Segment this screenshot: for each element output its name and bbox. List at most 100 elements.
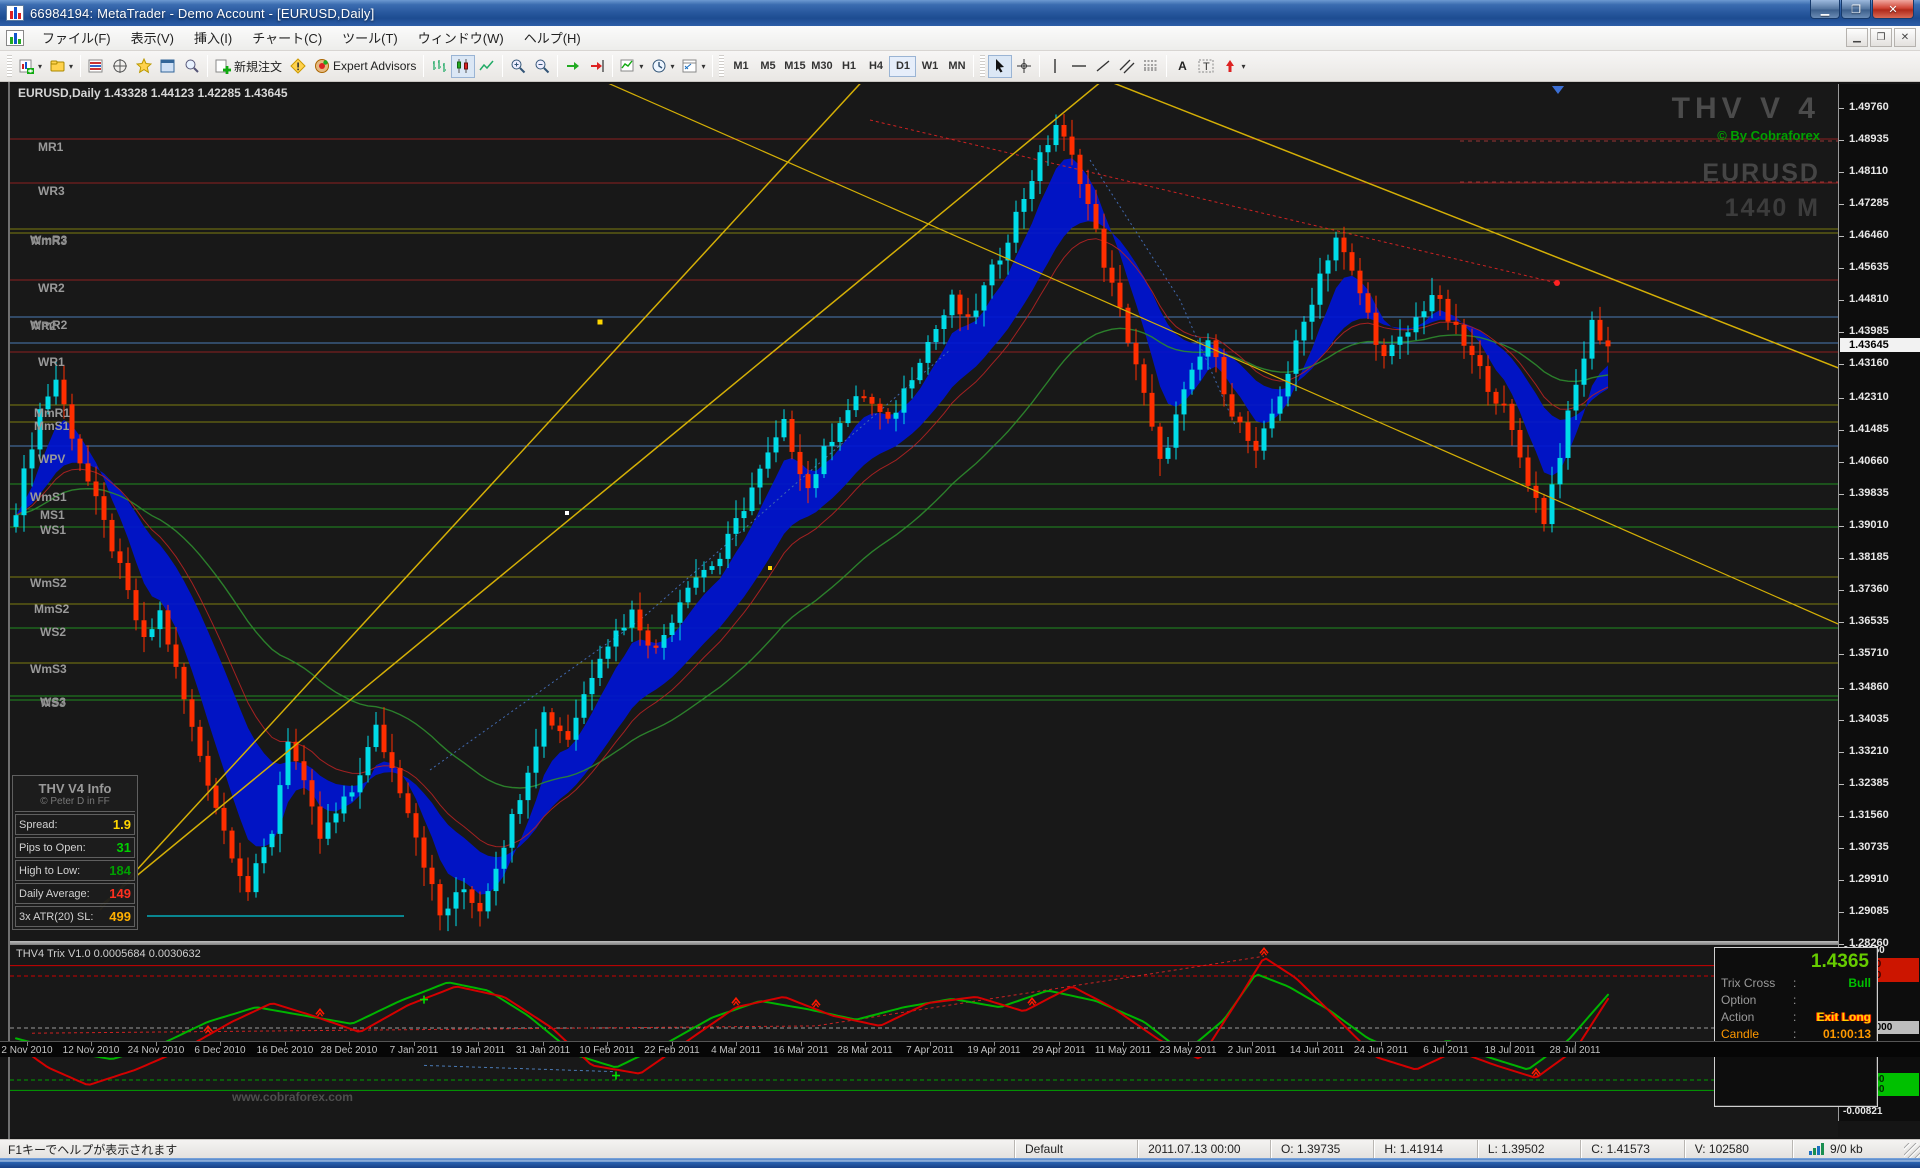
price-axis-label: 1.29085 <box>1849 905 1889 917</box>
timeframe-w1[interactable]: W1 <box>916 56 943 77</box>
profiles-dropdown[interactable]: ▾ <box>69 62 73 71</box>
auto-scroll-button[interactable] <box>561 55 585 78</box>
new-order-icon <box>215 58 231 74</box>
favorites-button[interactable] <box>132 55 156 78</box>
menu-item-5[interactable]: ウィンドウ(W) <box>408 28 514 49</box>
crosshair-icon <box>1016 58 1032 74</box>
trix-indicator-title: THV4 Trix V1.0 0.0005684 0.0030632 <box>16 948 201 960</box>
app-icon <box>6 5 24 21</box>
zoom-in-button[interactable] <box>506 55 530 78</box>
line-chart-icon <box>479 58 495 74</box>
periods-button[interactable]: ▾ <box>647 55 678 78</box>
maximize-button[interactable]: ❐ <box>1841 0 1871 19</box>
mdi-restore-button[interactable]: ❐ <box>1870 28 1892 47</box>
resize-grip[interactable] <box>1904 1143 1920 1159</box>
periods-dropdown[interactable]: ▾ <box>670 62 674 71</box>
chart-shift-marker[interactable] <box>1552 86 1564 94</box>
timeframe-d1[interactable]: D1 <box>889 56 916 77</box>
info-row-3: Daily Average:149 <box>15 883 135 904</box>
menu-item-3[interactable]: チャート(C) <box>242 28 332 49</box>
toolbar-grip[interactable] <box>7 55 12 77</box>
indicators-dropdown[interactable]: ▾ <box>639 62 643 71</box>
date-axis[interactable]: 2 Nov 201012 Nov 201024 Nov 20106 Dec 20… <box>0 1041 1920 1057</box>
timeframe-m30[interactable]: M30 <box>808 56 835 77</box>
metatrader-window: 66984194: MetaTrader - Demo Account - [E… <box>0 0 1920 1168</box>
price-axis-label: 1.31560 <box>1849 809 1889 821</box>
zoom-out-button[interactable] <box>530 55 554 78</box>
chart-shift-button[interactable] <box>585 55 609 78</box>
vline-tool-button[interactable] <box>1043 55 1067 78</box>
new-chart-dropdown[interactable]: ▾ <box>38 62 42 71</box>
candle-chart-button[interactable] <box>451 55 475 78</box>
trendline-icon <box>1095 58 1111 74</box>
arrows-dropdown[interactable]: ▾ <box>1241 62 1245 71</box>
line-chart-button[interactable] <box>475 55 499 78</box>
expert-advisors-icon <box>314 58 330 74</box>
date-axis-label: 7 Jan 2011 <box>390 1045 439 1056</box>
cobraforex-watermark: www.cobraforex.com <box>232 1090 353 1104</box>
hline-icon <box>1071 58 1087 74</box>
timeframe-h1[interactable]: H1 <box>835 56 862 77</box>
svg-text:WR1: WR1 <box>38 355 65 369</box>
new-order-button[interactable]: 新規注文 <box>211 55 286 78</box>
svg-text:MmR3: MmR3 <box>31 234 67 248</box>
timeframe-m1[interactable]: M1 <box>727 56 754 77</box>
menu-item-1[interactable]: 表示(V) <box>121 28 184 49</box>
bar-chart-button[interactable] <box>427 55 451 78</box>
indicators-button[interactable]: ▾ <box>616 55 647 78</box>
windows-taskbar[interactable] <box>0 1158 1920 1168</box>
indicators-icon <box>620 58 636 74</box>
vline-icon <box>1047 58 1063 74</box>
arrows-tool-button[interactable]: ▾ <box>1218 55 1249 78</box>
channel-tool-button[interactable] <box>1115 55 1139 78</box>
timeframe-m5[interactable]: M5 <box>754 56 781 77</box>
minimize-button[interactable]: ▁ <box>1810 0 1840 19</box>
svg-text:T: T <box>1203 61 1210 73</box>
mdi-minimize-button[interactable]: ▁ <box>1846 28 1868 47</box>
main-chart-canvas[interactable]: MR1WR3WmR3MmR3WR2WmR2MR2WR1MmR1MmS1WPVWm… <box>10 84 1838 941</box>
templates-button[interactable]: ▾ <box>678 55 709 78</box>
label-tool-button[interactable]: T <box>1194 55 1218 78</box>
expert-advisors-label: Expert Advisors <box>333 59 416 73</box>
menu-item-2[interactable]: 挿入(I) <box>184 28 242 49</box>
timeframe-m15[interactable]: M15 <box>781 56 808 77</box>
menu-item-0[interactable]: ファイル(F) <box>32 28 121 49</box>
alerts-button[interactable] <box>286 55 310 78</box>
timeframe-mn[interactable]: MN <box>943 56 970 77</box>
menu-item-6[interactable]: ヘルプ(H) <box>514 28 591 49</box>
expert-advisors-button[interactable]: Expert Advisors <box>310 55 420 78</box>
hline-tool-button[interactable] <box>1067 55 1091 78</box>
templates-dropdown[interactable]: ▾ <box>701 62 705 71</box>
market-watch-icon <box>88 58 104 74</box>
cursor-tool-button[interactable] <box>988 55 1012 78</box>
info-row-0: Spread:1.9 <box>15 814 135 835</box>
navigator-button[interactable] <box>108 55 132 78</box>
profiles-button[interactable]: ▾ <box>46 55 77 78</box>
svg-text:WR2: WR2 <box>38 281 65 295</box>
warning-icon <box>290 58 306 74</box>
mdi-close-button[interactable]: ✕ <box>1894 28 1916 47</box>
status-profile[interactable]: Default <box>1014 1140 1137 1159</box>
price-axis-label: 1.49760 <box>1849 101 1889 113</box>
info-row-4: 3x ATR(20) SL:499 <box>15 906 135 927</box>
auto-scroll-icon <box>565 58 581 74</box>
data-window-button[interactable] <box>156 55 180 78</box>
trendline-tool-button[interactable] <box>1091 55 1115 78</box>
menu-item-4[interactable]: ツール(T) <box>332 28 408 49</box>
market-watch-button[interactable] <box>84 55 108 78</box>
fibonacci-tool-button[interactable] <box>1139 55 1163 78</box>
date-axis-label: 16 Mar 2011 <box>773 1045 828 1056</box>
strategy-tester-button[interactable] <box>180 55 204 78</box>
price-axis-label: 1.44810 <box>1849 293 1889 305</box>
thv-info-title: THV V4 Info <box>15 778 135 796</box>
title-bar[interactable]: 66984194: MetaTrader - Demo Account - [E… <box>0 0 1920 26</box>
svg-text:WmS1: WmS1 <box>30 490 67 504</box>
close-button[interactable]: ✕ <box>1872 0 1914 19</box>
chart-ohlc-title: EURUSD,Daily 1.43328 1.44123 1.42285 1.4… <box>18 86 288 100</box>
new-chart-button[interactable]: ▾ <box>15 55 46 78</box>
crosshair-tool-button[interactable] <box>1012 55 1036 78</box>
text-tool-button[interactable]: A <box>1170 55 1194 78</box>
price-axis-label: 1.33210 <box>1849 745 1889 757</box>
window-title: 66984194: MetaTrader - Demo Account - [E… <box>30 6 374 21</box>
timeframe-h4[interactable]: H4 <box>862 56 889 77</box>
